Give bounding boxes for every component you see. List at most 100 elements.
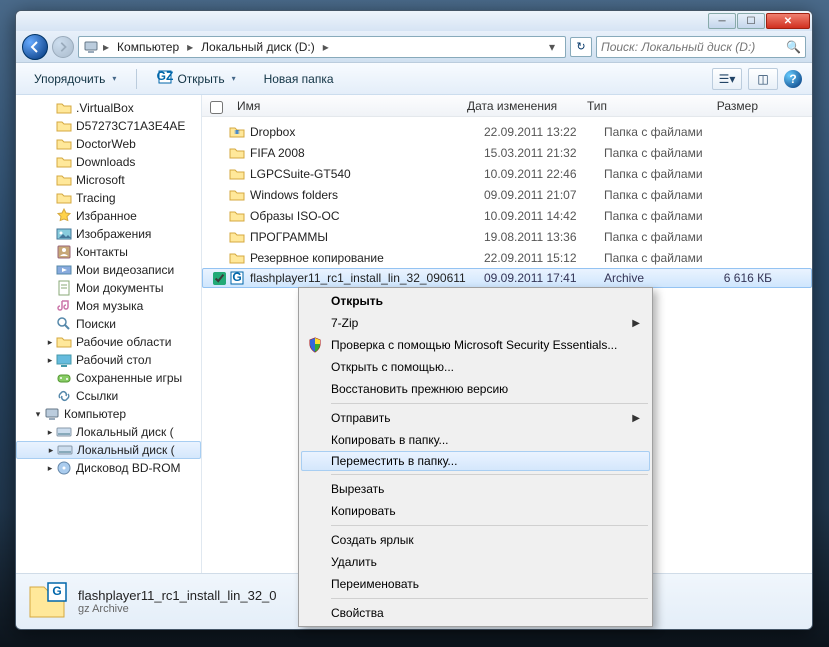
- tree-item[interactable]: Изображения: [16, 225, 201, 243]
- tree-item[interactable]: DoctorWeb: [16, 135, 201, 153]
- tree-item[interactable]: Tracing: [16, 189, 201, 207]
- expand-icon[interactable]: ▸: [44, 463, 56, 474]
- tree-item[interactable]: ▸Локальный диск (: [16, 441, 201, 459]
- tree-item[interactable]: ▾Компьютер: [16, 405, 201, 423]
- breadcrumb[interactable]: ▸ Компьютер ▸ Локальный диск (D:) ▸ ▾: [78, 36, 566, 58]
- tree-item[interactable]: Мои документы: [16, 279, 201, 297]
- tree-item[interactable]: Microsoft: [16, 171, 201, 189]
- newfolder-button[interactable]: Новая папка: [256, 68, 342, 90]
- tree-item[interactable]: Моя музыка: [16, 297, 201, 315]
- file-type: Папка с файлами: [596, 209, 714, 223]
- menu-item[interactable]: Открыть с помощью...: [301, 356, 650, 378]
- expand-icon[interactable]: ▸: [44, 427, 56, 438]
- search-box[interactable]: 🔍: [596, 36, 806, 58]
- folder-icon: [228, 187, 246, 203]
- tree-item[interactable]: D57273C71A3E4AE: [16, 117, 201, 135]
- file-name: FIFA 2008: [250, 146, 476, 160]
- expand-icon[interactable]: ▸: [44, 355, 56, 366]
- menu-separator: [331, 598, 648, 599]
- file-date: 09.09.2011 21:07: [476, 188, 596, 202]
- open-button[interactable]: GZ Открыть: [149, 65, 243, 92]
- breadcrumb-computer[interactable]: Компьютер: [113, 40, 183, 54]
- open-label: Открыть: [177, 72, 224, 86]
- menu-item-label: Создать ярлык: [331, 533, 414, 547]
- select-all-checkbox[interactable]: [210, 99, 223, 116]
- menu-item[interactable]: Восстановить прежнюю версию: [301, 378, 650, 400]
- preview-pane-button[interactable]: ◫: [748, 68, 778, 90]
- folder-icon: [56, 118, 72, 134]
- file-row[interactable]: LGPCSuite-GT54010.09.2011 22:46Папка с ф…: [202, 163, 812, 184]
- menu-item[interactable]: Переименовать: [301, 573, 650, 595]
- menu-separator: [331, 525, 648, 526]
- menu-item[interactable]: Переместить в папку...: [301, 451, 650, 471]
- column-date[interactable]: Дата изменения: [459, 95, 579, 116]
- column-size[interactable]: Размер: [697, 95, 767, 116]
- tree-item[interactable]: Ссылки: [16, 387, 201, 405]
- desktop-icon: [56, 352, 72, 368]
- dropbox-icon: [228, 124, 246, 140]
- tree-item[interactable]: .VirtualBox: [16, 99, 201, 117]
- tree-item-label: Контакты: [76, 245, 128, 259]
- forward-button[interactable]: [52, 36, 74, 58]
- help-button[interactable]: ?: [784, 70, 802, 88]
- tree-item[interactable]: Избранное: [16, 207, 201, 225]
- contacts-icon: [56, 244, 72, 260]
- file-size: 6 616 КБ: [714, 271, 784, 285]
- row-checkbox[interactable]: [213, 272, 226, 285]
- tree-item[interactable]: Downloads: [16, 153, 201, 171]
- tree-item-label: Мои документы: [76, 281, 163, 295]
- expand-icon[interactable]: ▸: [45, 445, 57, 456]
- folder-icon: [228, 145, 246, 161]
- folder-icon: [228, 229, 246, 245]
- tree-item[interactable]: Сохраненные игры: [16, 369, 201, 387]
- file-row[interactable]: Windows folders09.09.2011 21:07Папка с ф…: [202, 184, 812, 205]
- minimize-button[interactable]: ─: [708, 13, 736, 29]
- column-name[interactable]: Имя: [229, 95, 459, 116]
- file-row[interactable]: FIFA 200815.03.2011 21:32Папка с файлами: [202, 142, 812, 163]
- menu-item[interactable]: Создать ярлык: [301, 529, 650, 551]
- organize-button[interactable]: Упорядочить: [26, 68, 124, 90]
- tree-item[interactable]: ▸Дисковод BD-ROM: [16, 459, 201, 477]
- file-row[interactable]: Образы ISO-OC10.09.2011 14:42Папка с фай…: [202, 205, 812, 226]
- menu-item[interactable]: 7-Zip▶: [301, 312, 650, 334]
- menu-item[interactable]: Проверка с помощью Microsoft Security Es…: [301, 334, 650, 356]
- gz-file-icon: G: [26, 581, 68, 623]
- breadcrumb-dropdown[interactable]: ▾: [543, 40, 561, 54]
- tree-item[interactable]: Контакты: [16, 243, 201, 261]
- toolbar: Упорядочить GZ Открыть Новая папка ☰▾ ◫ …: [16, 63, 812, 95]
- column-type[interactable]: Тип: [579, 95, 697, 116]
- search-input[interactable]: [601, 40, 786, 54]
- star-icon: [56, 208, 72, 224]
- chevron-right-icon: ▸: [185, 40, 195, 54]
- menu-item[interactable]: Отправить▶: [301, 407, 650, 429]
- back-button[interactable]: [22, 34, 48, 60]
- breadcrumb-drive[interactable]: Локальный диск (D:): [197, 40, 319, 54]
- menu-item[interactable]: Копировать в папку...: [301, 429, 650, 451]
- tree-item-label: Изображения: [76, 227, 151, 241]
- file-row[interactable]: ПРОГРАММЫ19.08.2011 13:36Папка с файлами: [202, 226, 812, 247]
- menu-item[interactable]: Копировать: [301, 500, 650, 522]
- menu-item[interactable]: Открыть: [301, 290, 650, 312]
- menu-item-label: 7-Zip: [331, 316, 358, 330]
- file-row[interactable]: Резервное копирование22.09.2011 15:12Пап…: [202, 247, 812, 268]
- tree-item[interactable]: ▸Локальный диск (: [16, 423, 201, 441]
- tree-item[interactable]: ▸Рабочие области: [16, 333, 201, 351]
- expand-icon[interactable]: ▸: [44, 337, 56, 348]
- menu-item[interactable]: Свойства: [301, 602, 650, 624]
- folder-icon: [56, 100, 72, 116]
- menu-item[interactable]: Удалить: [301, 551, 650, 573]
- file-date: 22.09.2011 15:12: [476, 251, 596, 265]
- refresh-button[interactable]: ↻: [570, 37, 592, 57]
- tree-item[interactable]: Мои видеозаписи: [16, 261, 201, 279]
- close-button[interactable]: ✕: [766, 13, 810, 29]
- view-button[interactable]: ☰▾: [712, 68, 742, 90]
- navigation-pane[interactable]: .VirtualBoxD57273C71A3E4AEDoctorWebDownl…: [16, 95, 202, 573]
- file-date: 10.09.2011 14:42: [476, 209, 596, 223]
- expand-icon[interactable]: ▾: [32, 409, 44, 420]
- tree-item[interactable]: Поиски: [16, 315, 201, 333]
- file-row[interactable]: Gflashplayer11_rc1_install_lin_32_090611…: [202, 268, 812, 288]
- menu-item[interactable]: Вырезать: [301, 478, 650, 500]
- tree-item[interactable]: ▸Рабочий стол: [16, 351, 201, 369]
- file-row[interactable]: Dropbox22.09.2011 13:22Папка с файлами: [202, 121, 812, 142]
- maximize-button[interactable]: ☐: [737, 13, 765, 29]
